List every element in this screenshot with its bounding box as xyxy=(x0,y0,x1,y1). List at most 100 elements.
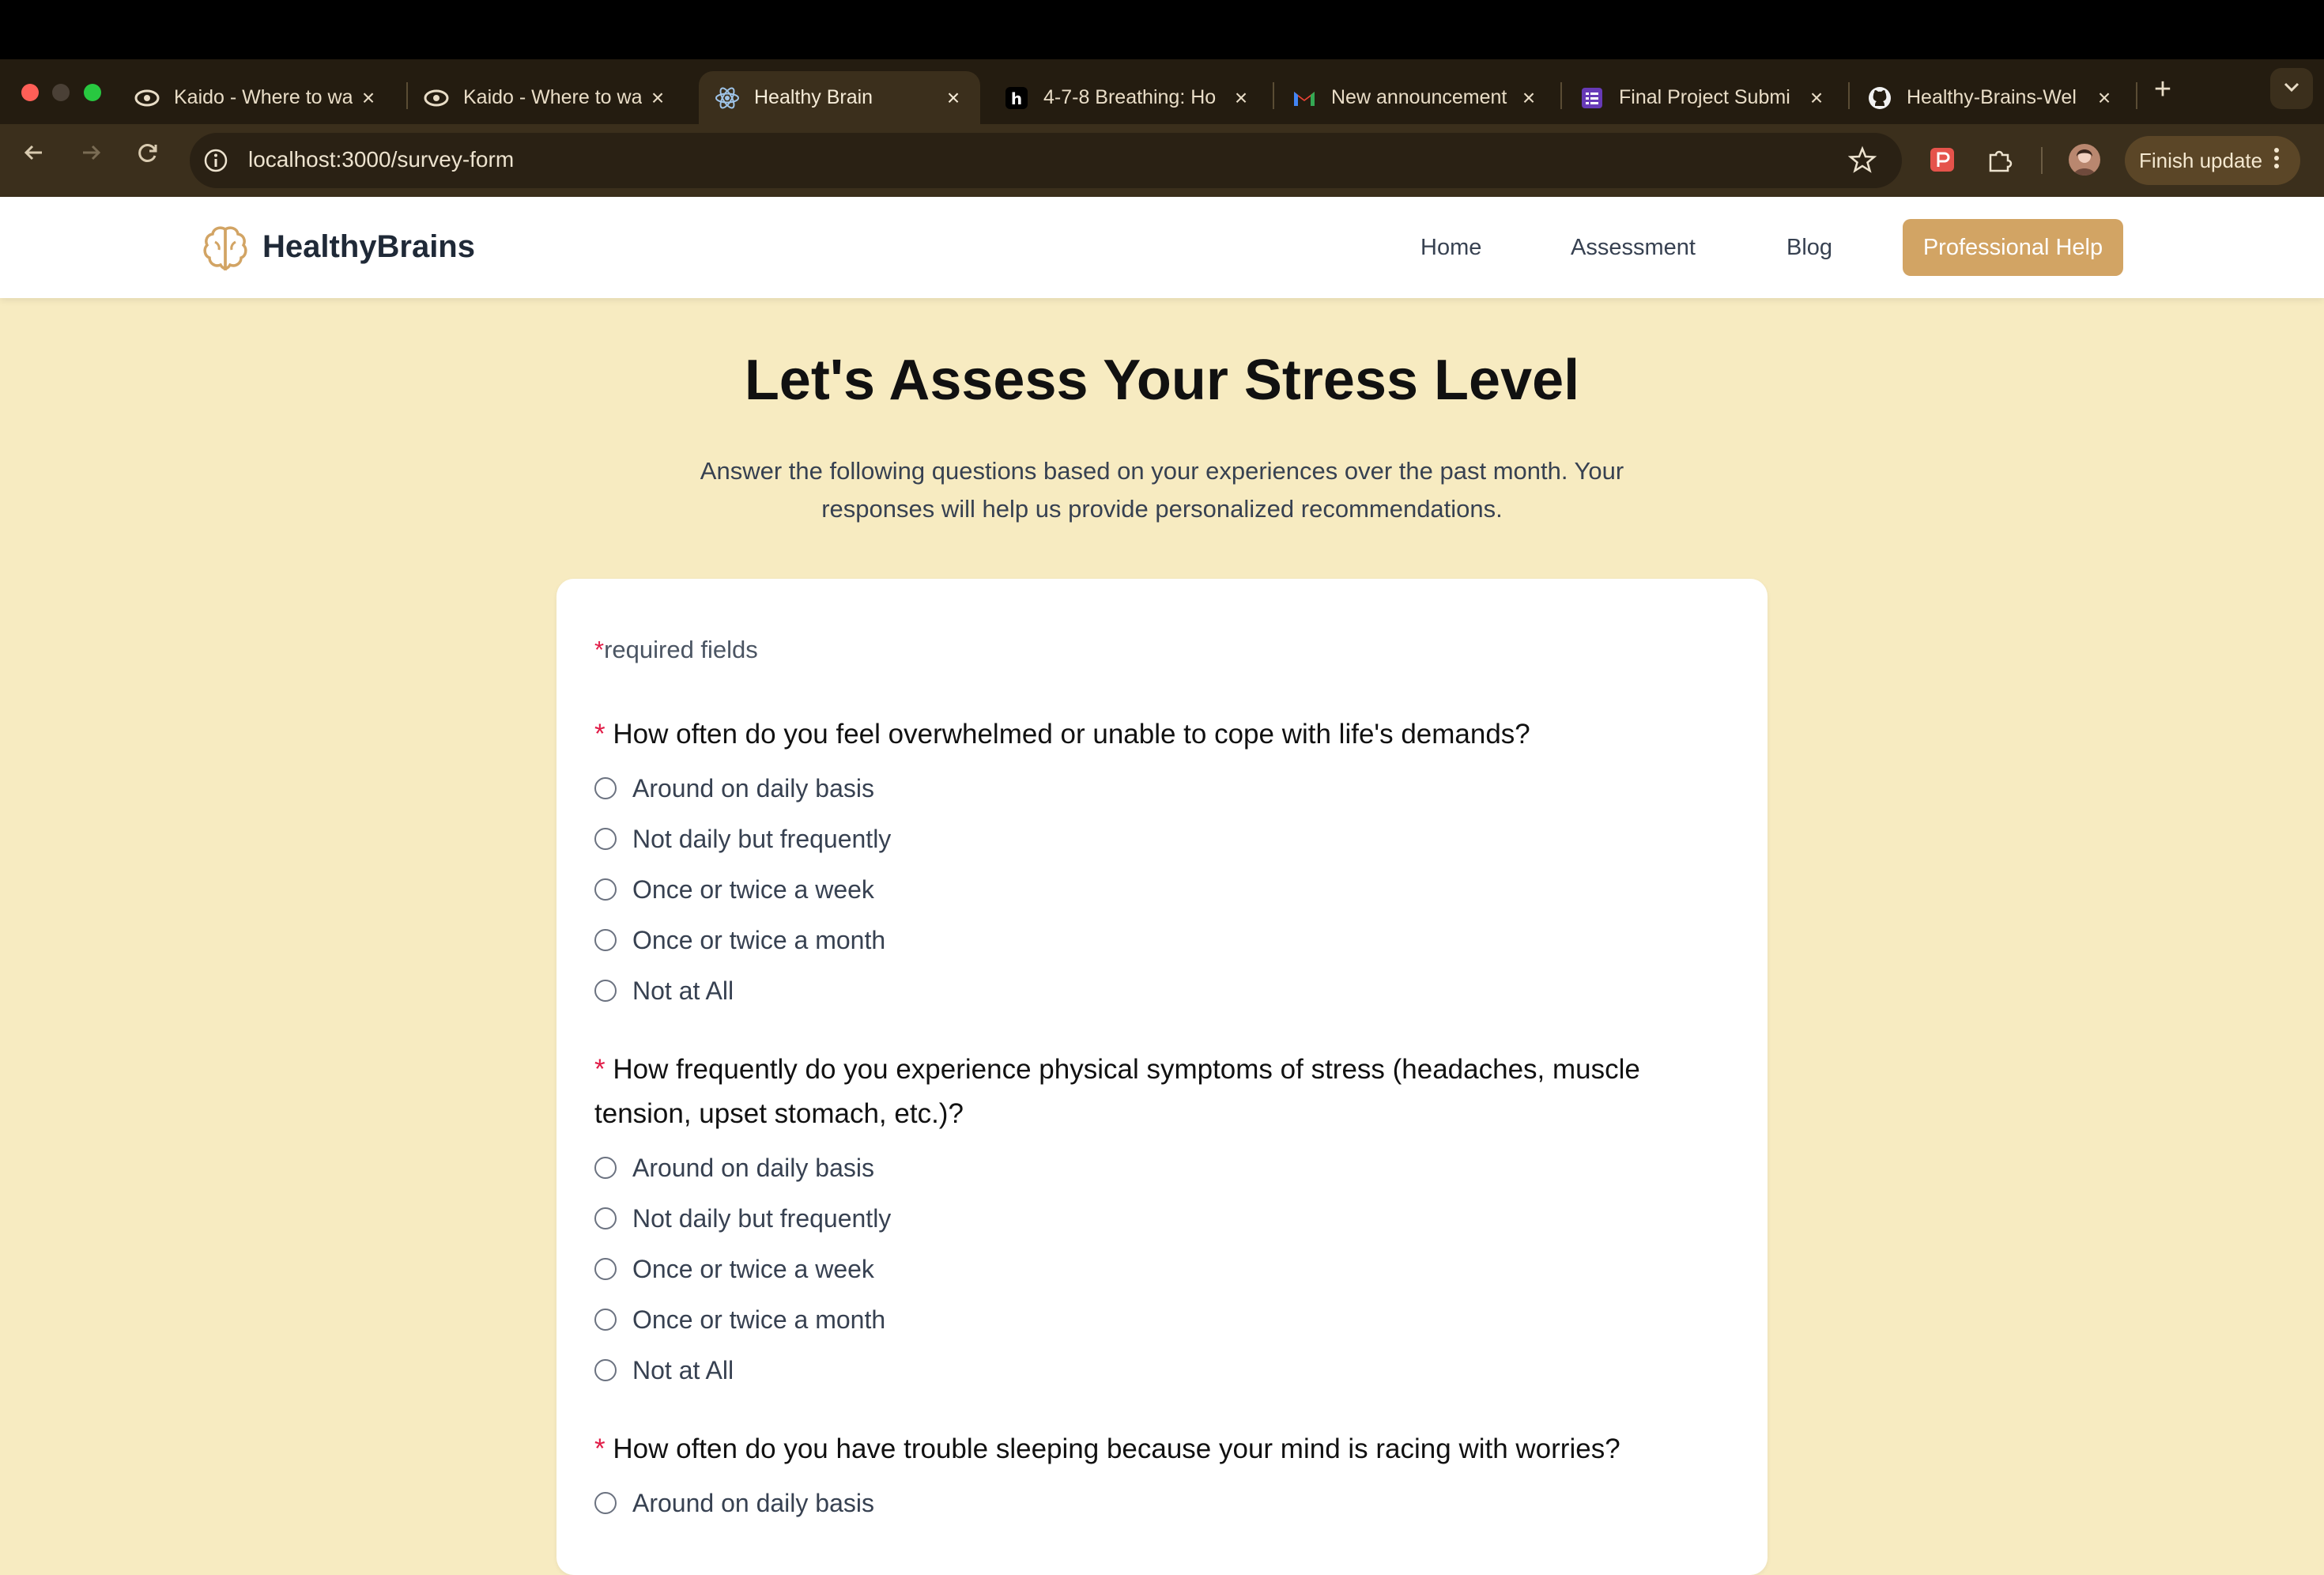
tab-title: Healthy Brain xyxy=(754,86,873,108)
nav-assessment[interactable]: Assessment xyxy=(1571,235,1696,261)
q1-option[interactable]: Once or twice a month xyxy=(594,924,885,956)
browser-tab[interactable]: Kaido - Where to wa × xyxy=(408,71,685,124)
close-tab-icon[interactable]: × xyxy=(1513,85,1545,111)
q1-option[interactable]: Around on daily basis xyxy=(594,772,874,804)
option-label: Not daily but frequently xyxy=(632,824,892,853)
arrow-right-icon xyxy=(79,141,103,171)
close-window-button[interactable] xyxy=(21,84,39,101)
q1-option[interactable]: Not daily but frequently xyxy=(594,823,891,855)
question-2: * How frequently do you experience physi… xyxy=(594,1048,1717,1136)
radio-button[interactable] xyxy=(594,1258,617,1280)
tab-title: Healthy-Brains-Wel xyxy=(1907,86,2077,108)
radio-button[interactable] xyxy=(594,980,617,1002)
chevron-down-icon xyxy=(2283,81,2300,96)
question-text-line: How frequently do you experience physica… xyxy=(613,1054,1640,1085)
tab-title: Final Project Submi xyxy=(1619,86,1790,108)
tab-divider xyxy=(2136,82,2137,109)
radio-button[interactable] xyxy=(594,1309,617,1331)
option-label: Not at All xyxy=(632,1355,734,1384)
brain-logo-icon[interactable] xyxy=(201,223,250,276)
browser-tab[interactable]: Final Project Submi × xyxy=(1564,71,1843,124)
browser-tab-active[interactable]: Healthy Brain × xyxy=(699,71,980,124)
h-icon: h xyxy=(1004,85,1029,111)
q2-option[interactable]: Once or twice a month xyxy=(594,1304,885,1335)
required-star: * xyxy=(594,1054,606,1085)
option-label: Around on daily basis xyxy=(632,773,874,803)
q1-option[interactable]: Not at All xyxy=(594,975,734,1007)
q2-option[interactable]: Not at All xyxy=(594,1354,734,1386)
browser-tab[interactable]: Kaido - Where to wa × xyxy=(119,71,395,124)
minimize-window-button[interactable] xyxy=(52,84,70,101)
puzzle-icon[interactable] xyxy=(1986,145,2014,178)
new-tab-button[interactable]: + xyxy=(2144,73,2182,107)
q2-option[interactable]: Not daily but frequently xyxy=(594,1203,891,1234)
option-label: Once or twice a week xyxy=(632,874,874,904)
tab-title: 4-7-8 Breathing: Ho xyxy=(1043,86,1217,108)
question-3: * How often do you have trouble sleeping… xyxy=(594,1427,1717,1471)
required-star: * xyxy=(594,1433,606,1464)
brand-name[interactable]: HealthyBrains xyxy=(262,229,475,265)
required-star: * xyxy=(594,719,606,750)
tab-title: New announcement xyxy=(1331,86,1507,108)
option-label: Not daily but frequently xyxy=(632,1203,892,1233)
radio-button[interactable] xyxy=(594,777,617,799)
question-text: How often do you have trouble sleeping b… xyxy=(613,1433,1620,1464)
radio-button[interactable] xyxy=(594,1207,617,1229)
reload-button[interactable] xyxy=(128,141,168,172)
required-label: required fields xyxy=(604,636,758,663)
back-button[interactable] xyxy=(14,141,54,172)
finish-update-button[interactable]: Finish update xyxy=(2125,136,2300,185)
required-star: * xyxy=(594,636,605,663)
bookmark-star-icon[interactable] xyxy=(1847,145,1877,178)
kaido-icon xyxy=(134,85,160,111)
radio-button[interactable] xyxy=(594,1492,617,1514)
forward-button[interactable] xyxy=(71,141,111,172)
radio-button[interactable] xyxy=(594,828,617,850)
site-info-icon[interactable] xyxy=(202,147,229,178)
close-tab-icon[interactable]: × xyxy=(353,85,384,111)
extension-icon[interactable] xyxy=(1929,146,1956,177)
finish-update-label: Finish update xyxy=(2139,148,2263,172)
question-text: * How frequently do you experience physi… xyxy=(594,1048,1717,1092)
subtitle-line: Answer the following questions based on … xyxy=(700,457,1624,485)
github-icon xyxy=(1867,85,1892,111)
maximize-window-button[interactable] xyxy=(84,84,101,101)
q3-option[interactable]: Around on daily basis xyxy=(594,1487,874,1519)
option-label: Once or twice a month xyxy=(632,1305,886,1334)
professional-help-button[interactable]: Professional Help xyxy=(1903,219,2123,276)
nav-home[interactable]: Home xyxy=(1420,235,1481,261)
browser-tab[interactable]: Healthy-Brains-Wel × xyxy=(1851,71,2131,124)
radio-button[interactable] xyxy=(594,929,617,951)
subtitle-line: responses will help us provide personali… xyxy=(821,495,1503,523)
url-text[interactable]: localhost:3000/survey-form xyxy=(248,147,514,172)
browser-tab[interactable]: h 4-7-8 Breathing: Ho × xyxy=(988,71,1268,124)
option-label: Around on daily basis xyxy=(632,1153,874,1182)
nav-blog[interactable]: Blog xyxy=(1786,235,1832,261)
react-icon xyxy=(715,85,740,111)
q1-option[interactable]: Once or twice a week xyxy=(594,874,874,905)
question-1: * How often do you feel overwhelmed or u… xyxy=(594,712,1717,757)
close-tab-icon[interactable]: × xyxy=(642,85,673,111)
page-subtitle: Answer the following questions based on … xyxy=(648,452,1676,528)
browser-tab[interactable]: New announcement × xyxy=(1276,71,1556,124)
radio-button[interactable] xyxy=(594,878,617,901)
toolbar-divider xyxy=(2041,147,2043,174)
tab-divider xyxy=(1560,82,1562,109)
close-tab-icon[interactable]: × xyxy=(1801,85,1832,111)
close-tab-icon[interactable]: × xyxy=(938,85,969,111)
option-label: Once or twice a month xyxy=(632,925,886,954)
q2-option[interactable]: Around on daily basis xyxy=(594,1152,874,1184)
radio-button[interactable] xyxy=(594,1157,617,1179)
tab-search-button[interactable] xyxy=(2270,68,2313,109)
forms-icon xyxy=(1579,85,1605,111)
avatar[interactable] xyxy=(2069,144,2100,176)
close-tab-icon[interactable]: × xyxy=(1225,85,1257,111)
q2-option[interactable]: Once or twice a week xyxy=(594,1253,874,1285)
radio-button[interactable] xyxy=(594,1359,617,1381)
question-text-line: tension, upset stomach, etc.)? xyxy=(594,1098,964,1129)
page-title: Let's Assess Your Stress Level xyxy=(744,349,1580,412)
option-label: Once or twice a week xyxy=(632,1254,874,1283)
tab-divider xyxy=(1273,82,1274,109)
tab-title: Kaido - Where to wa xyxy=(463,86,642,108)
close-tab-icon[interactable]: × xyxy=(2088,85,2120,111)
